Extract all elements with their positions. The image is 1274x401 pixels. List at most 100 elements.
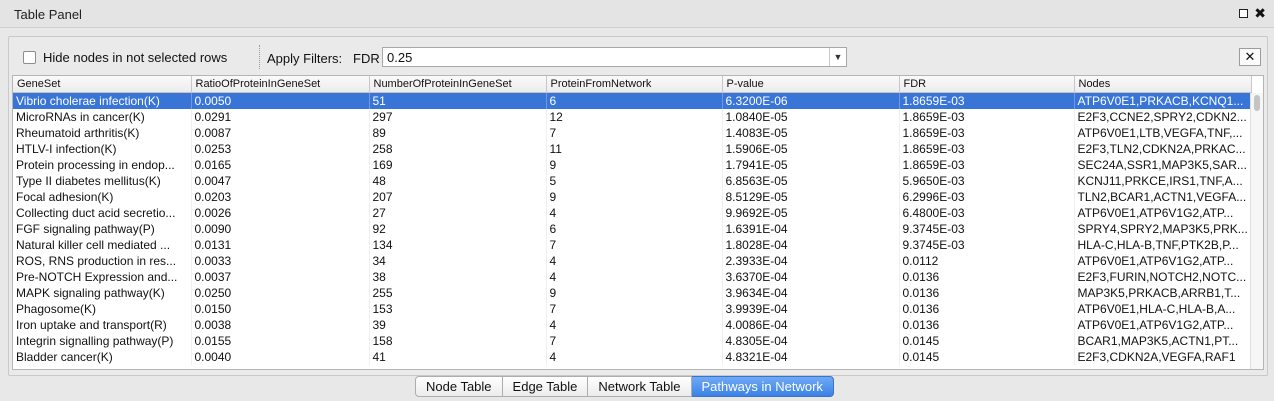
table-cell[interactable]: 0.0090	[191, 221, 370, 237]
table-cell[interactable]: 4	[546, 253, 723, 269]
table-cell[interactable]: 134	[369, 237, 547, 253]
table-cell[interactable]: 0.0038	[191, 317, 370, 333]
table-row[interactable]: Bladder cancer(K) 0.0040 41 4 4.8321E-04 0.01…	[13, 349, 1252, 365]
table-cell[interactable]: 1.5906E-05	[722, 141, 900, 157]
table-cell[interactable]: E2F3,CCNE2,SPRY2,CDKN2...	[1074, 109, 1252, 125]
table-cell[interactable]: SPRY4,SPRY2,MAP3K5,PRK...	[1074, 221, 1252, 237]
hide-nodes-option[interactable]: Hide nodes in not selected rows	[23, 50, 227, 65]
table-cell[interactable]: ATP6V0E1,HLA-C,HLA-B,A...	[1074, 301, 1252, 317]
table-cell[interactable]: 169	[369, 157, 547, 173]
table-row[interactable]: Natural killer cell mediated ... 0.0131 13…	[13, 237, 1252, 253]
table-cell[interactable]: Bladder cancer(K)	[13, 349, 192, 365]
table-cell[interactable]: Focal adhesion(K)	[13, 189, 192, 205]
table-cell[interactable]: 258	[369, 141, 547, 157]
table-row[interactable]: HTLV-I infection(K) 0.0253 258 11 1.5906E-05…	[13, 141, 1252, 157]
table-cell[interactable]: 1.0840E-05	[722, 109, 900, 125]
column-header[interactable]: ProteinFromNetwork	[546, 76, 723, 93]
vertical-scrollbar[interactable]	[1250, 93, 1263, 369]
table-cell[interactable]: 8.5129E-05	[722, 189, 900, 205]
column-header[interactable]: Nodes	[1074, 76, 1252, 93]
table-cell[interactable]: 3.9939E-04	[722, 301, 900, 317]
table-cell[interactable]: 0.0087	[191, 125, 370, 141]
table-cell[interactable]: 3.6370E-04	[722, 269, 900, 285]
scrollbar-thumb[interactable]	[1254, 95, 1260, 111]
table-cell[interactable]: Protein processing in endop...	[13, 157, 192, 173]
table-cell[interactable]: 0.0112	[899, 253, 1075, 269]
table-row[interactable]: Phagosome(K) 0.0150 153 7 3.9939E-04 0.0136 AT…	[13, 301, 1252, 317]
table-cell[interactable]: Integrin signalling pathway(P)	[13, 333, 192, 349]
filter-value[interactable]: 0.25	[387, 50, 412, 65]
table-cell[interactable]: Collecting duct acid secretio...	[13, 205, 192, 221]
table-row[interactable]: FGF signaling pathway(P) 0.0090 92 6 1.6391E…	[13, 221, 1252, 237]
table-cell[interactable]: 158	[369, 333, 547, 349]
tab-edge-table[interactable]: Edge Table	[502, 376, 589, 397]
column-header[interactable]: GeneSet	[13, 76, 192, 93]
table-cell[interactable]: SEC24A,SSR1,MAP3K5,SAR...	[1074, 157, 1252, 173]
table-cell[interactable]: 0.0136	[899, 301, 1075, 317]
table-cell[interactable]: 9.3745E-03	[899, 237, 1075, 253]
table-cell[interactable]: 4.0086E-04	[722, 317, 900, 333]
table-cell[interactable]: 0.0145	[899, 333, 1075, 349]
column-header[interactable]: RatioOfProteinInGeneSet	[191, 76, 370, 93]
table-cell[interactable]: Type II diabetes mellitus(K)	[13, 173, 192, 189]
table-cell[interactable]: BCAR1,MAP3K5,ACTN1,PT...	[1074, 333, 1252, 349]
table-cell[interactable]: 9	[546, 285, 723, 301]
table-cell[interactable]: 7	[546, 125, 723, 141]
table-row[interactable]: Type II diabetes mellitus(K) 0.0047 48 5 6.8…	[13, 173, 1252, 189]
filter-value-combobox[interactable]: 0.25 ▼	[382, 47, 847, 67]
table-cell[interactable]: 0.0037	[191, 269, 370, 285]
table-cell[interactable]: 12	[546, 109, 723, 125]
column-header[interactable]: P-value	[722, 76, 900, 93]
table-cell[interactable]: 1.6391E-04	[722, 221, 900, 237]
table-cell[interactable]: Natural killer cell mediated ...	[13, 237, 192, 253]
table-cell[interactable]: Rheumatoid arthritis(K)	[13, 125, 192, 141]
table-cell[interactable]: 89	[369, 125, 547, 141]
table-cell[interactable]: 0.0136	[899, 317, 1075, 333]
table-cell[interactable]: 9.3745E-03	[899, 221, 1075, 237]
table-cell[interactable]: 4.8305E-04	[722, 333, 900, 349]
table-cell[interactable]: 0.0155	[191, 333, 370, 349]
table-cell[interactable]: 4.8321E-04	[722, 349, 900, 365]
table-cell[interactable]: 0.0150	[191, 301, 370, 317]
table-cell[interactable]: HLA-C,HLA-B,TNF,PTK2B,P...	[1074, 237, 1252, 253]
table-row[interactable]: Integrin signalling pathway(P) 0.0155 158 7…	[13, 333, 1252, 349]
table-cell[interactable]: FGF signaling pathway(P)	[13, 221, 192, 237]
table-row[interactable]: Protein processing in endop... 0.0165 169 9…	[13, 157, 1252, 173]
table-cell[interactable]: ATP6V0E1,ATP6V1G2,ATP...	[1074, 253, 1252, 269]
table-cell[interactable]: 5	[546, 173, 723, 189]
tab-pathways-in-network[interactable]: Pathways in Network	[691, 376, 834, 397]
table-cell[interactable]: 9	[546, 189, 723, 205]
table-cell[interactable]: Pre-NOTCH Expression and...	[13, 269, 192, 285]
table-row[interactable]: ROS, RNS production in res... 0.0033 34 4 2.…	[13, 253, 1252, 269]
table-cell[interactable]: TLN2,BCAR1,ACTN1,VEGFA...	[1074, 189, 1252, 205]
table-cell[interactable]: 4	[546, 349, 723, 365]
table-cell[interactable]: 1.8659E-03	[899, 157, 1075, 173]
table-cell[interactable]: 0.0250	[191, 285, 370, 301]
column-header[interactable]: FDR	[899, 76, 1075, 93]
table-cell[interactable]: 5.9650E-03	[899, 173, 1075, 189]
table-cell[interactable]: 7	[546, 333, 723, 349]
table-cell[interactable]: ATP6V0E1,PRKACB,KCNQ1...	[1074, 92, 1252, 109]
table-cell[interactable]: 153	[369, 301, 547, 317]
table-cell[interactable]: MAP3K5,PRKACB,ARRB1,T...	[1074, 285, 1252, 301]
table-cell[interactable]: 0.0050	[191, 92, 370, 109]
table-row[interactable]: Pre-NOTCH Expression and... 0.0037 38 4 3.63…	[13, 269, 1252, 285]
table-cell[interactable]: 255	[369, 285, 547, 301]
table-cell[interactable]: ATP6V0E1,ATP6V1G2,ATP...	[1074, 317, 1252, 333]
table-cell[interactable]: ROS, RNS production in res...	[13, 253, 192, 269]
table-cell[interactable]: 207	[369, 189, 547, 205]
table-cell[interactable]: 0.0026	[191, 205, 370, 221]
table-cell[interactable]: 48	[369, 173, 547, 189]
table-cell[interactable]: ATP6V0E1,LTB,VEGFA,TNF,...	[1074, 125, 1252, 141]
table-cell[interactable]: 7	[546, 301, 723, 317]
table-cell[interactable]: 0.0131	[191, 237, 370, 253]
table-cell[interactable]: 0.0136	[899, 269, 1075, 285]
pathways-table[interactable]: GeneSet RatioOfProteinInGeneSet NumberOfPr…	[12, 75, 1264, 370]
table-cell[interactable]: E2F3,CDKN2A,VEGFA,RAF1	[1074, 349, 1252, 365]
table-cell[interactable]: 0.0033	[191, 253, 370, 269]
table-cell[interactable]: 0.0203	[191, 189, 370, 205]
table-cell[interactable]: 6.8563E-05	[722, 173, 900, 189]
table-cell[interactable]: 41	[369, 349, 547, 365]
table-cell[interactable]: 9	[546, 157, 723, 173]
table-row[interactable]: Rheumatoid arthritis(K) 0.0087 89 7 1.4083E-…	[13, 125, 1252, 141]
